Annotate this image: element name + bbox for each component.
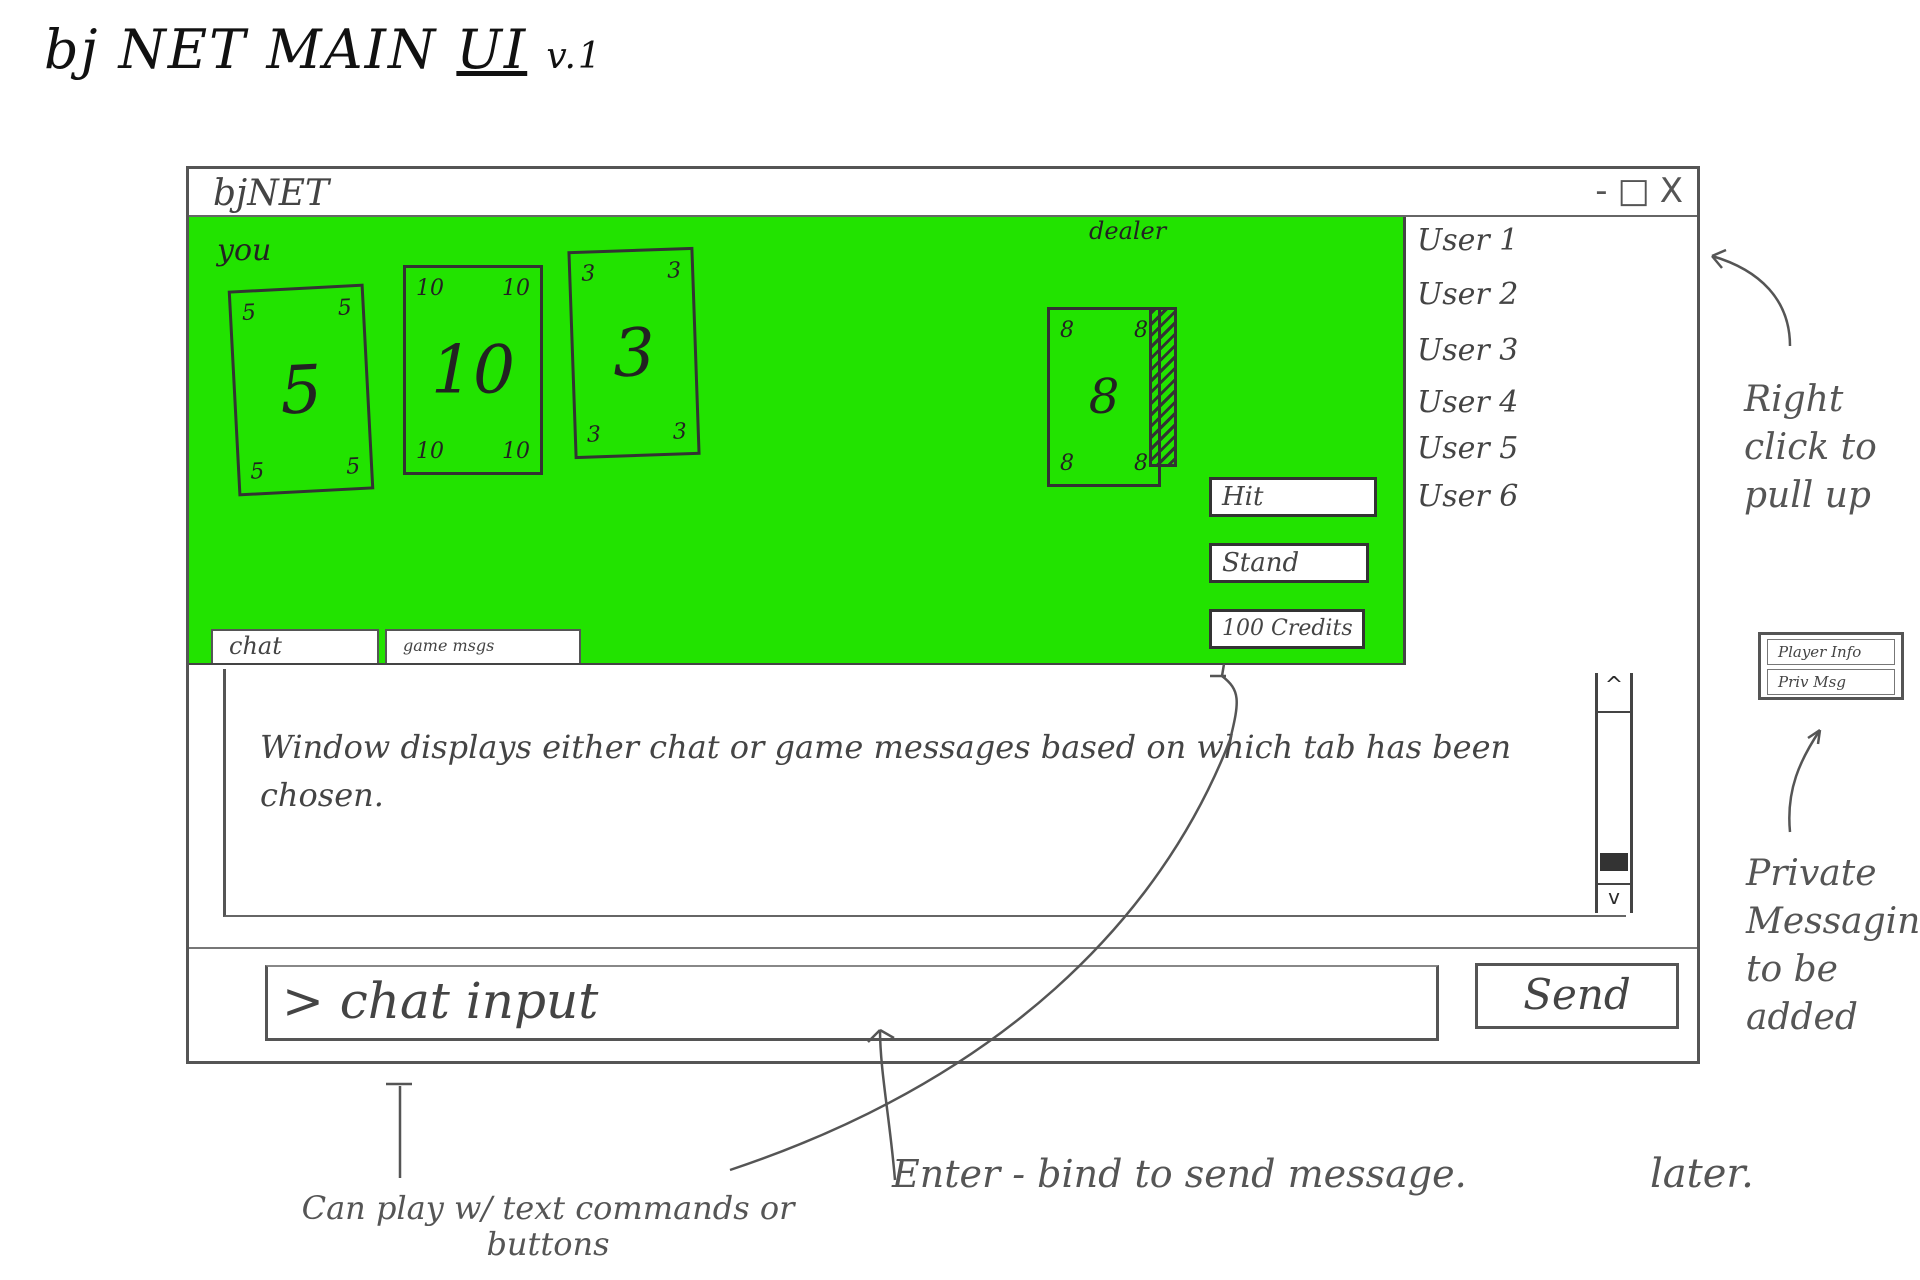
- card-value: 5: [278, 350, 324, 430]
- minimize-button[interactable]: -: [1595, 171, 1607, 211]
- card-corner: 8: [1134, 451, 1148, 476]
- annotation-right-click: Right click to pull up: [1744, 379, 1877, 516]
- card-corner: 10: [416, 439, 444, 464]
- card-corner: 10: [502, 439, 530, 464]
- game-table: you dealer 5 5 5 5 5 10 10 10 10 10 3 3 …: [189, 217, 1406, 665]
- card-corner: 10: [502, 276, 530, 301]
- menu-item-private-message[interactable]: Priv Msg: [1767, 669, 1895, 695]
- player-card: 5 5 5 5 5: [227, 283, 375, 497]
- annotation-commands: Can play w/ text commands or buttons: [301, 1189, 795, 1263]
- dealer-label: dealer: [1089, 217, 1167, 245]
- maximize-button[interactable]: □: [1618, 171, 1650, 211]
- close-button[interactable]: X: [1660, 171, 1683, 211]
- card-corner: 3: [580, 261, 596, 287]
- user-list-item[interactable]: User 1: [1417, 223, 1518, 258]
- card-corner: 5: [337, 295, 353, 321]
- tab-game-messages[interactable]: game msgs: [385, 629, 581, 663]
- sketch-title-version: v.1: [546, 36, 603, 77]
- main-window: bjNET - □ X you dealer 5 5 5 5 5 10 10 1…: [186, 166, 1700, 1064]
- card-corner: 5: [241, 300, 257, 326]
- send-button[interactable]: Send: [1475, 963, 1679, 1029]
- hit-button[interactable]: Hit: [1209, 477, 1377, 517]
- sketch-title-prefix: bj NET MAIN: [44, 18, 438, 81]
- card-corner: 3: [586, 422, 602, 448]
- annotation-private-messaging: Private Messaging to be added: [1746, 853, 1920, 1038]
- user-list: User 1 User 2 User 3 User 4 User 5 User …: [1405, 217, 1697, 663]
- sketch-title-ui: UI: [456, 18, 528, 81]
- card-value: 3: [611, 313, 657, 393]
- card-corner: 3: [666, 258, 682, 284]
- arrow-right-click-head: [1711, 248, 1727, 269]
- user-context-menu: Player Info Priv Msg: [1758, 632, 1904, 700]
- arrow-right-click: [1711, 254, 1792, 347]
- card-corner: 3: [672, 419, 688, 445]
- dealer-facedown-card: [1149, 307, 1177, 467]
- card-corner: 8: [1060, 318, 1074, 343]
- app-title: bjNET: [213, 173, 329, 214]
- window-controls: - □ X: [1595, 171, 1683, 211]
- credits-button[interactable]: 100 Credits: [1209, 609, 1365, 649]
- user-list-item[interactable]: User 5: [1417, 431, 1518, 466]
- stand-button[interactable]: Stand: [1209, 543, 1369, 583]
- message-window[interactable]: Window displays either chat or game mess…: [223, 669, 1626, 917]
- card-corner: 8: [1060, 451, 1074, 476]
- user-list-item[interactable]: User 3: [1417, 333, 1518, 368]
- dealer-card: 8 8 8 8 8: [1047, 307, 1161, 487]
- annotation-later: later.: [1650, 1151, 1754, 1197]
- title-bar: bjNET - □ X: [189, 169, 1697, 217]
- card-corner: 8: [1134, 318, 1148, 343]
- scroll-up-arrow-icon[interactable]: ^: [1598, 673, 1630, 713]
- card-corner: 10: [416, 276, 444, 301]
- chat-input[interactable]: > chat input: [265, 965, 1439, 1041]
- message-text: Window displays either chat or game mess…: [260, 728, 1512, 814]
- player-label: you: [217, 233, 272, 268]
- message-scrollbar[interactable]: ^ v: [1595, 673, 1633, 913]
- card-value: 8: [1088, 369, 1120, 425]
- scroll-down-arrow-icon[interactable]: v: [1598, 883, 1630, 913]
- card-value: 10: [431, 331, 515, 409]
- player-card: 10 10 10 10 10: [403, 265, 543, 475]
- card-corner: 5: [345, 454, 361, 480]
- card-corner: 5: [249, 459, 265, 485]
- annotation-enter-binding: Enter - bind to send message.: [892, 1152, 1467, 1196]
- tab-chat[interactable]: chat: [211, 629, 379, 663]
- arrow-private-head: [1807, 728, 1822, 745]
- scroll-thumb[interactable]: [1600, 853, 1628, 871]
- arrow-private: [1788, 729, 1822, 833]
- user-list-item[interactable]: User 2: [1417, 277, 1518, 312]
- divider: [189, 947, 1697, 949]
- sketch-title: bj NET MAIN UI v.1: [44, 18, 603, 81]
- menu-item-player-info[interactable]: Player Info: [1767, 639, 1895, 665]
- player-card: 3 3 3 3 3: [567, 246, 701, 460]
- user-list-item[interactable]: User 4: [1417, 385, 1518, 420]
- user-list-item[interactable]: User 6: [1417, 479, 1518, 514]
